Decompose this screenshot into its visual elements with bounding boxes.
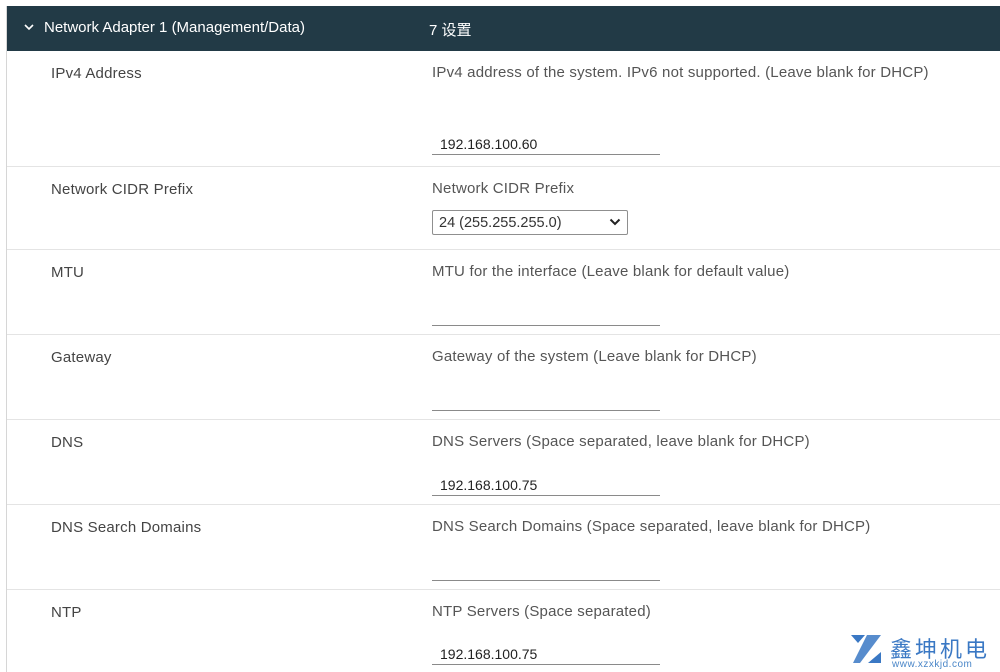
ipv4-address-row: IPv4 Address IPv4 address of the system.… (7, 51, 1000, 167)
gateway-input[interactable] (432, 389, 660, 411)
section-title: Network Adapter 1 (Management/Data) (44, 19, 305, 36)
ntp-label: NTP (51, 604, 82, 621)
dns-row: DNS DNS Servers (Space separated, leave … (7, 420, 1000, 505)
ipv4-address-label: IPv4 Address (51, 65, 142, 82)
network-cidr-prefix-row: Network CIDR Prefix Network CIDR Prefix … (7, 167, 1000, 250)
ntp-description: NTP Servers (Space separated) (432, 603, 651, 620)
dns-search-domains-row: DNS Search Domains DNS Search Domains (S… (7, 505, 1000, 590)
mtu-row: MTU MTU for the interface (Leave blank f… (7, 250, 1000, 335)
watermark-url: www.xzxkjd.com (892, 659, 973, 670)
mtu-label: MTU (51, 264, 85, 281)
gateway-description: Gateway of the system (Leave blank for D… (432, 348, 757, 365)
mtu-input[interactable] (432, 304, 660, 326)
cidr-selected-value: 24 (255.255.255.0) (439, 214, 562, 231)
network-cidr-prefix-label: Network CIDR Prefix (51, 181, 194, 198)
network-adapter-header[interactable]: Network Adapter 1 (Management/Data) 7 设置 (7, 6, 1000, 51)
ipv4-address-input[interactable] (432, 133, 660, 155)
dns-search-domains-description: DNS Search Domains (Space separated, lea… (432, 518, 871, 535)
dns-description: DNS Servers (Space separated, leave blan… (432, 433, 810, 450)
brand-logo-icon (851, 635, 881, 663)
dns-search-domains-label: DNS Search Domains (51, 519, 202, 536)
network-adapter-panel: Network Adapter 1 (Management/Data) 7 设置… (6, 6, 1000, 672)
gateway-row: Gateway Gateway of the system (Leave bla… (7, 335, 1000, 420)
network-cidr-prefix-description: Network CIDR Prefix (432, 180, 575, 197)
ipv4-address-description: IPv4 address of the system. IPv6 not sup… (432, 64, 929, 81)
watermark: 鑫坤机电 www.xzxkjd.com (848, 632, 998, 670)
gateway-label: Gateway (51, 349, 112, 366)
network-cidr-prefix-select[interactable]: 24 (255.255.255.0) (432, 210, 628, 235)
dns-label: DNS (51, 434, 84, 451)
dns-search-domains-input[interactable] (432, 559, 660, 581)
ntp-input[interactable] (432, 643, 660, 665)
chevron-down-icon (609, 218, 621, 226)
mtu-description: MTU for the interface (Leave blank for d… (432, 263, 790, 280)
chevron-down-icon[interactable] (23, 21, 35, 33)
settings-count: 7 设置 (429, 22, 472, 39)
dns-input[interactable] (432, 474, 660, 496)
